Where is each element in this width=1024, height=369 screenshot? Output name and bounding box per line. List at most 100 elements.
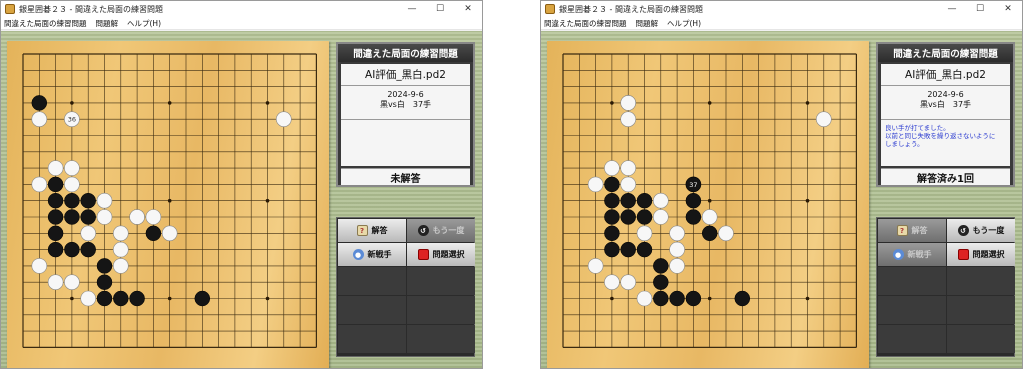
black-stone xyxy=(113,290,129,307)
black-stone xyxy=(653,274,669,290)
black-stone xyxy=(669,290,685,307)
app-icon xyxy=(5,4,15,14)
go-board-canvas[interactable]: 36 xyxy=(7,41,329,369)
panel-header: 間違えた局面の練習問題 xyxy=(338,44,473,62)
go-board-canvas[interactable]: 37 xyxy=(547,41,869,369)
white-stone xyxy=(604,274,620,290)
black-stone xyxy=(64,192,80,209)
star-point xyxy=(70,296,74,301)
menu-practice[interactable]: 間違えた局面の練習問題 xyxy=(544,18,627,29)
black-stone xyxy=(80,192,96,209)
star-point xyxy=(707,296,712,301)
window-title: 銀星囲碁２３ - 間違えた局面の練習問題 xyxy=(559,4,703,14)
white-stone xyxy=(636,290,653,307)
star-point xyxy=(707,101,712,105)
white-stone xyxy=(31,176,48,193)
select-problem-label: 問題選択 xyxy=(972,250,1005,259)
star-point xyxy=(805,101,810,105)
white-stone xyxy=(80,225,96,242)
black-stone xyxy=(47,192,64,209)
game-info: 2024-9-6 黒vs白 37手 xyxy=(881,86,1010,120)
menu-solve[interactable]: 問題解 xyxy=(96,18,119,29)
menu-practice[interactable]: 間違えた局面の練習問題 xyxy=(4,18,87,29)
white-stone xyxy=(620,95,636,111)
black-stone xyxy=(194,290,211,307)
panel-body: AI評価_黒白.pd2 2024-9-6 黒vs白 37手 良い手が打てました。… xyxy=(881,64,1010,166)
white-stone xyxy=(620,111,636,127)
black-stone xyxy=(685,290,702,307)
white-stone xyxy=(653,192,669,209)
star-point xyxy=(167,198,172,203)
star-point xyxy=(167,101,172,105)
white-stone xyxy=(620,160,636,176)
problem-file-name: AI評価_黒白.pd2 xyxy=(881,64,1010,86)
new-game-button[interactable]: ● 新戦手 xyxy=(338,243,406,266)
white-stone xyxy=(96,209,113,225)
panel-header: 間違えた局面の練習問題 xyxy=(878,44,1013,62)
black-stone xyxy=(620,192,636,209)
menu-solve[interactable]: 問題解 xyxy=(636,18,659,29)
white-stone xyxy=(31,111,48,127)
black-stone xyxy=(685,192,702,209)
black-stone xyxy=(604,192,620,209)
window-right: 銀星囲碁２３ - 間違えた局面の練習問題 — ☐ ✕ 間違えた局面の練習問題 問… xyxy=(540,0,1023,369)
panel-body: AI評価_黒白.pd2 2024-9-6 黒vs白 37手 xyxy=(341,64,470,166)
menu-help[interactable]: ヘルプ(H) xyxy=(667,18,701,29)
white-stone xyxy=(31,258,48,274)
white-stone xyxy=(636,225,653,242)
maximize-button[interactable]: ☐ xyxy=(426,1,454,17)
retry-button[interactable]: ↺ もう一度 xyxy=(947,219,1015,242)
black-stone xyxy=(96,290,113,307)
answer-button[interactable]: ? 解答 xyxy=(338,219,406,242)
white-stone xyxy=(96,192,113,209)
new-game-label: 新戦手 xyxy=(907,250,932,259)
go-board[interactable]: 36 xyxy=(7,41,329,369)
white-stone xyxy=(47,160,64,176)
button-panel: ? 解答 ↺ もう一度 ● 新戦手 問題選択 xyxy=(876,217,1015,357)
black-stone xyxy=(47,225,64,242)
select-problem-button[interactable]: 問題選択 xyxy=(947,243,1015,266)
game-info: 2024-9-6 黒vs白 37手 xyxy=(341,86,470,120)
close-button[interactable]: ✕ xyxy=(994,1,1022,17)
answer-status: 解答済み1回 xyxy=(881,168,1010,185)
problem-info-panel: 間違えた局面の練習問題 AI評価_黒白.pd2 2024-9-6 黒vs白 37… xyxy=(876,42,1015,187)
client-area: 37 間違えた局面の練習問題 AI評価_黒白.pd2 2024-9-6 黒vs白… xyxy=(541,31,1022,369)
empty-slot xyxy=(338,296,406,324)
select-problem-button[interactable]: 問題選択 xyxy=(407,243,475,266)
new-game-label: 新戦手 xyxy=(367,250,392,259)
comment-area: 良い手が打てました。 以前と同じ失敗を繰り返さないように しましょう。 xyxy=(885,124,996,148)
problem-info-panel: 間違えた局面の練習問題 AI評価_黒白.pd2 2024-9-6 黒vs白 37… xyxy=(336,42,475,187)
retry-button[interactable]: ↺ もう一度 xyxy=(407,219,475,242)
answer-icon: ? xyxy=(356,225,368,236)
empty-slot xyxy=(878,267,946,295)
black-stone xyxy=(604,176,620,193)
black-stone xyxy=(64,209,80,225)
white-stone xyxy=(64,160,80,176)
maximize-button[interactable]: ☐ xyxy=(966,1,994,17)
minimize-button[interactable]: — xyxy=(938,1,966,17)
new-game-icon: ● xyxy=(352,249,364,260)
white-stone xyxy=(113,258,129,274)
white-stone xyxy=(587,258,604,274)
black-stone xyxy=(636,192,653,209)
black-stone xyxy=(701,225,718,242)
answer-button[interactable]: ? 解答 xyxy=(878,219,946,242)
menu-help[interactable]: ヘルプ(H) xyxy=(127,18,161,29)
answer-label: 解答 xyxy=(911,226,928,235)
star-point xyxy=(610,101,614,105)
game-players: 黒vs白 37手 xyxy=(379,100,432,109)
white-stone xyxy=(113,241,129,258)
new-game-button[interactable]: ● 新戦手 xyxy=(878,243,946,266)
close-button[interactable]: ✕ xyxy=(454,1,482,17)
go-board[interactable]: 37 xyxy=(547,41,869,369)
new-game-icon: ● xyxy=(892,249,904,260)
white-stone xyxy=(276,111,292,127)
star-point xyxy=(265,198,270,203)
white-stone xyxy=(145,209,162,225)
black-stone xyxy=(80,209,96,225)
title-bar: 銀星囲碁２３ - 間違えた局面の練習問題 — ☐ ✕ xyxy=(1,1,482,17)
menu-bar: 間違えた局面の練習問題 問題解 ヘルプ(H) xyxy=(1,17,482,30)
window-title: 銀星囲碁２３ - 間違えた局面の練習問題 xyxy=(19,4,163,14)
app-icon xyxy=(545,4,555,14)
minimize-button[interactable]: — xyxy=(398,1,426,17)
